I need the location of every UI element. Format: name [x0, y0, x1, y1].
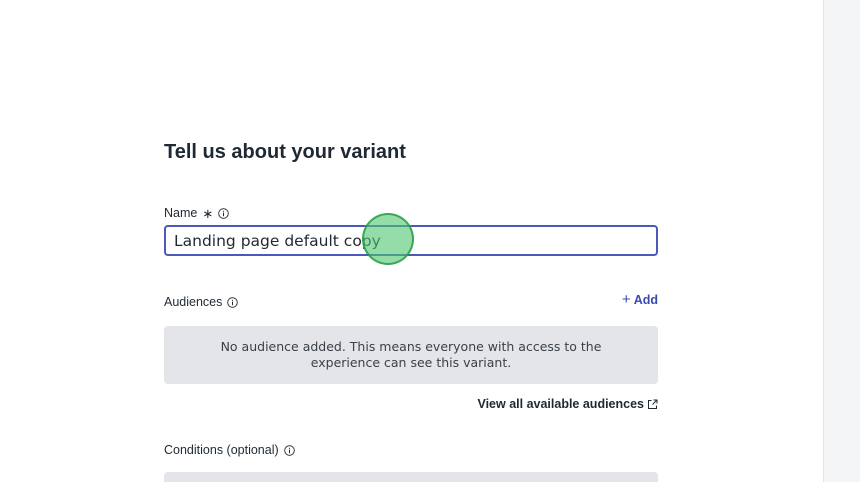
- add-audience-button[interactable]: + Add: [622, 292, 658, 307]
- page-title: Tell us about your variant: [164, 141, 406, 163]
- info-icon[interactable]: [218, 207, 230, 219]
- conditions-label: Conditions (optional): [164, 443, 279, 457]
- add-audience-label: Add: [633, 292, 658, 307]
- name-label-row: Name ∗: [164, 205, 230, 221]
- conditions-empty-state: [164, 472, 658, 482]
- audiences-label: Audiences: [164, 295, 223, 309]
- external-link-icon: [647, 399, 658, 410]
- info-icon[interactable]: [283, 444, 295, 456]
- name-input[interactable]: [164, 225, 658, 256]
- page: Tell us about your variant Name ∗ Audien…: [0, 0, 860, 482]
- required-asterisk: ∗: [202, 205, 214, 221]
- view-all-audiences-label: View all available audiences: [477, 397, 644, 411]
- audiences-empty-state: No audience added. This means everyone w…: [164, 326, 658, 384]
- info-icon[interactable]: [227, 296, 239, 308]
- side-panel: [823, 0, 860, 482]
- view-all-audiences-link[interactable]: View all available audiences: [477, 397, 658, 411]
- plus-icon: +: [621, 291, 631, 308]
- conditions-label-row: Conditions (optional): [164, 443, 295, 457]
- audiences-empty-text: No audience added. This means everyone w…: [220, 339, 602, 370]
- name-label: Name: [164, 206, 198, 220]
- audiences-label-row: Audiences: [164, 295, 239, 309]
